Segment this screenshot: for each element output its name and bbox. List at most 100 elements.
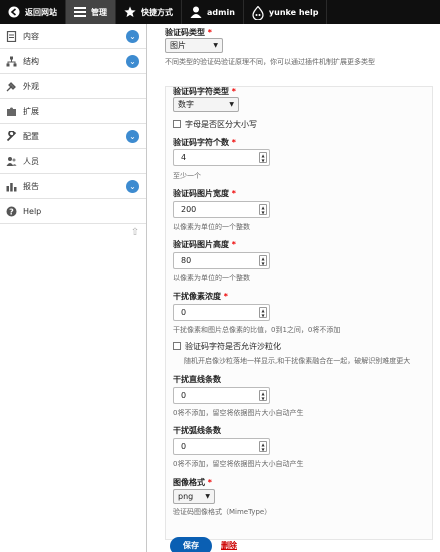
- spinner-icon[interactable]: ▲ ▼: [259, 152, 267, 163]
- noise-lines-value: 0: [181, 391, 187, 400]
- noise-density-desc: 干扰像素和图片总像素的比值，0到1之间，0将不添加: [173, 326, 341, 334]
- char-count-value: 4: [181, 153, 187, 162]
- case-sensitive-row[interactable]: 字母是否区分大小写: [173, 119, 257, 130]
- sidebar-item-label: 人员: [23, 156, 39, 166]
- spinner-icon[interactable]: ▲ ▼: [259, 390, 267, 401]
- delete-link[interactable]: 删除: [221, 540, 237, 551]
- save-button[interactable]: 保存: [170, 537, 212, 552]
- spinner-icon[interactable]: ▲ ▼: [259, 255, 267, 266]
- user-label: admin: [207, 7, 235, 17]
- sand-row[interactable]: 验证码字符是否允许沙粒化: [173, 341, 281, 352]
- img-height-desc: 以像素为单位的一个整数: [173, 274, 250, 282]
- structure-icon: [6, 56, 17, 67]
- required-marker: *: [229, 87, 236, 96]
- captcha-settings-form: 验证码类型 * 图片 ▼ 不同类型的验证码验证原理不同，你可以通过插件机制扩展更多…: [148, 24, 440, 552]
- noise-lines-input[interactable]: 0 ▲ ▼: [173, 387, 270, 404]
- sidebar-item-label: Help: [23, 206, 42, 216]
- admin-toolbar: 返回网站 管理 快捷方式 admin yunke help: [0, 0, 440, 24]
- noise-arcs-desc: 0将不添加，留空将依据图片大小自动产生: [173, 460, 304, 468]
- chevron-down-icon: ▼: [229, 101, 234, 108]
- captcha-type-select[interactable]: 图片 ▼: [165, 38, 223, 53]
- sidebar-item-label: 配置: [23, 131, 39, 141]
- img-height-label: 验证码图片高度: [173, 240, 229, 249]
- img-height-value: 80: [181, 256, 192, 265]
- sidebar-item-label: 内容: [23, 31, 39, 41]
- spinner-icon[interactable]: ▲ ▼: [259, 307, 267, 318]
- reports-icon: [6, 181, 17, 192]
- captcha-type-label: 验证码类型: [165, 28, 205, 37]
- sidebar-item-label: 报告: [23, 181, 39, 191]
- captcha-type-desc: 不同类型的验证码验证原理不同，你可以通过插件机制扩展更多类型: [165, 58, 375, 66]
- required-marker: *: [229, 240, 236, 249]
- admin-sidebar: 内容 ⌄ 结构 ⌄ 外观 扩展 配置 ⌄ 人员 报告 ⌄ ? Help ⇧: [0, 24, 147, 552]
- chevron-down-icon[interactable]: ⌄: [126, 30, 139, 43]
- char-type-value: 数字: [178, 100, 194, 109]
- back-arrow-icon: [8, 6, 20, 18]
- menu-icon: [74, 6, 86, 18]
- spinner-icon[interactable]: ▲ ▼: [259, 204, 267, 215]
- required-marker: *: [229, 189, 236, 198]
- img-format-desc: 验证码图像格式（MimeType）: [173, 508, 272, 516]
- spinner-icon[interactable]: ▲ ▼: [259, 441, 267, 452]
- img-format-select[interactable]: png ▼: [173, 489, 215, 504]
- svg-text:?: ?: [9, 207, 14, 216]
- collapse-sidebar-icon[interactable]: ⇧: [130, 227, 140, 239]
- char-type-label: 验证码字符类型: [173, 87, 229, 96]
- img-width-input[interactable]: 200 ▲ ▼: [173, 201, 270, 218]
- case-sensitive-checkbox[interactable]: [173, 120, 181, 128]
- sidebar-item-label: 结构: [23, 56, 39, 66]
- sidebar-item-config[interactable]: 配置 ⌄: [0, 124, 146, 149]
- chevron-down-icon[interactable]: ⌄: [126, 180, 139, 193]
- sidebar-item-people[interactable]: 人员: [0, 149, 146, 174]
- img-format-label: 图像格式: [173, 478, 205, 487]
- noise-arcs-value: 0: [181, 442, 187, 451]
- sidebar-item-label: 外观: [23, 81, 39, 91]
- user-tab[interactable]: admin: [182, 0, 244, 24]
- required-marker: *: [221, 292, 228, 301]
- help-tab[interactable]: yunke help: [244, 0, 328, 24]
- chevron-down-icon[interactable]: ⌄: [126, 55, 139, 68]
- chevron-down-icon[interactable]: ⌄: [126, 130, 139, 143]
- captcha-type-value: 图片: [170, 41, 186, 50]
- drop-logo-icon: [252, 5, 264, 21]
- sand-desc: 随机开启像沙粒落地一样显示,和干扰像素融合在一起，破解识别难度更大: [184, 357, 411, 365]
- help-label: yunke help: [268, 7, 319, 17]
- char-count-label: 验证码字符个数: [173, 138, 229, 147]
- img-format-value: png: [178, 492, 194, 501]
- noise-arcs-input[interactable]: 0 ▲ ▼: [173, 438, 270, 455]
- sidebar-item-label: 扩展: [23, 106, 39, 116]
- appearance-icon: [6, 81, 17, 92]
- noise-lines-label: 干扰直线条数: [173, 375, 221, 384]
- img-height-input[interactable]: 80 ▲ ▼: [173, 252, 270, 269]
- char-count-desc: 至少一个: [173, 172, 201, 180]
- sidebar-item-appearance[interactable]: 外观: [0, 74, 146, 99]
- noise-lines-desc: 0将不添加，留空将依据图片大小自动产生: [173, 409, 304, 417]
- img-width-value: 200: [181, 205, 197, 214]
- sand-checkbox[interactable]: [173, 342, 181, 350]
- manage-tab[interactable]: 管理: [66, 0, 116, 24]
- char-count-input[interactable]: 4 ▲ ▼: [173, 149, 270, 166]
- sidebar-item-reports[interactable]: 报告 ⌄: [0, 174, 146, 199]
- manage-label: 管理: [91, 7, 107, 17]
- back-to-site-label: 返回网站: [25, 7, 57, 17]
- help-icon: ?: [6, 206, 17, 217]
- noise-density-input[interactable]: 0 ▲ ▼: [173, 304, 270, 321]
- required-marker: *: [205, 28, 212, 37]
- sidebar-item-help[interactable]: ? Help: [0, 199, 146, 224]
- shortcuts-tab[interactable]: 快捷方式: [116, 0, 182, 24]
- noise-density-value: 0: [181, 308, 187, 317]
- star-icon: [124, 6, 136, 18]
- img-width-desc: 以像素为单位的一个整数: [173, 223, 250, 231]
- sand-label: 验证码字符是否允许沙粒化: [185, 342, 281, 351]
- people-icon: [6, 156, 17, 167]
- extend-icon: [6, 106, 17, 117]
- img-width-label: 验证码图片宽度: [173, 189, 229, 198]
- sidebar-item-extend[interactable]: 扩展: [0, 99, 146, 124]
- chevron-down-icon: ▼: [205, 493, 210, 500]
- back-to-site-button[interactable]: 返回网站: [0, 0, 66, 24]
- content-icon: [6, 30, 17, 42]
- sidebar-item-structure[interactable]: 结构 ⌄: [0, 49, 146, 74]
- char-type-select[interactable]: 数字 ▼: [173, 97, 239, 112]
- noise-arcs-label: 干扰弧线条数: [173, 426, 221, 435]
- sidebar-item-content[interactable]: 内容 ⌄: [0, 24, 146, 49]
